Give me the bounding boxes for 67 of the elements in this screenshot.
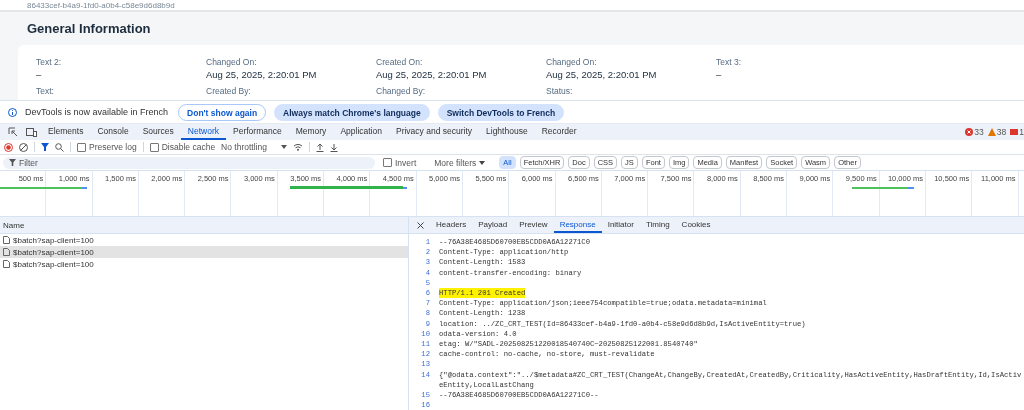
- filter-field[interactable]: Filter: [3, 156, 375, 169]
- section-title: General Information: [27, 21, 151, 36]
- detail-tab[interactable]: Headers: [430, 217, 473, 233]
- infobar-button[interactable]: Don't show again: [178, 103, 267, 121]
- panel-tab[interactable]: Performance: [226, 124, 289, 140]
- detail-tab[interactable]: Cookies: [675, 217, 717, 233]
- throttling-dropdown[interactable]: No throttling: [221, 142, 267, 152]
- field-label: Text 3:: [716, 57, 743, 67]
- panel-tab[interactable]: Recorder: [534, 124, 584, 140]
- field-value: –: [716, 69, 723, 80]
- panel-tab[interactable]: Elements: [41, 124, 91, 140]
- inspect-icon[interactable]: [8, 127, 18, 137]
- field-label: Created On:: [376, 57, 424, 67]
- field-label: Changed By:: [376, 86, 427, 96]
- panel-tab[interactable]: Privacy and security: [388, 124, 480, 140]
- field-value: Aug 25, 2025, 2:20:01 PM: [206, 69, 318, 80]
- record-icon[interactable]: [4, 142, 13, 152]
- detail-tab[interactable]: Initiator: [601, 217, 640, 233]
- panel-tab[interactable]: Network: [180, 124, 226, 140]
- field-label: Changed On:: [546, 57, 598, 67]
- request-row[interactable]: $batch?sap-client=100: [0, 246, 408, 258]
- field-value: Aug 25, 2025, 2:20:01 PM: [546, 69, 658, 80]
- panel-tab[interactable]: Memory: [288, 124, 334, 140]
- close-icon[interactable]: [417, 221, 424, 229]
- upload-icon[interactable]: [315, 142, 324, 152]
- warning-icon: [987, 128, 996, 136]
- infobar-message: DevTools is now available in French: [25, 107, 169, 117]
- infobar-button[interactable]: Always match Chrome's language: [274, 103, 430, 121]
- field-label: Changed On:: [206, 57, 258, 67]
- field-label: Text:: [36, 86, 55, 96]
- issue-count[interactable]: 1: [1019, 127, 1024, 137]
- checkbox[interactable]: [77, 142, 86, 152]
- field-label: Text 2:: [36, 57, 63, 67]
- checkbox-label: Preserve log: [89, 142, 137, 152]
- infobar-button[interactable]: Switch DevTools to French: [437, 103, 565, 121]
- caret-icon[interactable]: [280, 145, 287, 149]
- issue-count[interactable]: 33: [974, 127, 984, 137]
- more-filters-dropdown[interactable]: More filters: [434, 157, 477, 168]
- error-icon: [965, 128, 974, 136]
- device-icon[interactable]: [26, 127, 37, 137]
- issue-count[interactable]: 38: [996, 127, 1007, 137]
- search-icon[interactable]: [55, 142, 64, 152]
- panel-tab[interactable]: Sources: [135, 124, 181, 140]
- field-value: Aug 25, 2025, 2:20:01 PM: [376, 69, 488, 80]
- info-icon: [8, 107, 17, 117]
- panel-tab[interactable]: Application: [333, 124, 389, 140]
- detail-tab[interactable]: Response: [553, 217, 602, 233]
- message-icon: [1010, 128, 1019, 136]
- timeline-bar: [852, 187, 914, 189]
- caret-icon[interactable]: [479, 160, 486, 165]
- object-id: 86433cef-b4a9-1fd0-a0b4-c58e9d6d8b9d: [27, 1, 175, 10]
- field-value: –: [36, 69, 43, 80]
- field-label: Status:: [546, 86, 574, 96]
- detail-tab[interactable]: Preview: [513, 217, 554, 233]
- clear-icon[interactable]: [19, 142, 28, 152]
- panel-tab[interactable]: Console: [90, 124, 136, 140]
- column-header[interactable]: Name: [3, 220, 25, 230]
- panel-tab[interactable]: Lighthouse: [479, 124, 535, 140]
- download-icon[interactable]: [329, 142, 338, 152]
- field-label: Created By:: [206, 86, 252, 96]
- checkbox-label: Invert: [395, 157, 417, 168]
- checkbox-label: Disable cache: [161, 142, 216, 152]
- detail-tab[interactable]: Timing: [639, 217, 676, 233]
- checkbox[interactable]: [149, 142, 159, 152]
- filter-icon[interactable]: [41, 143, 49, 151]
- checkbox[interactable]: [383, 158, 392, 167]
- detail-tab[interactable]: Payload: [472, 217, 514, 233]
